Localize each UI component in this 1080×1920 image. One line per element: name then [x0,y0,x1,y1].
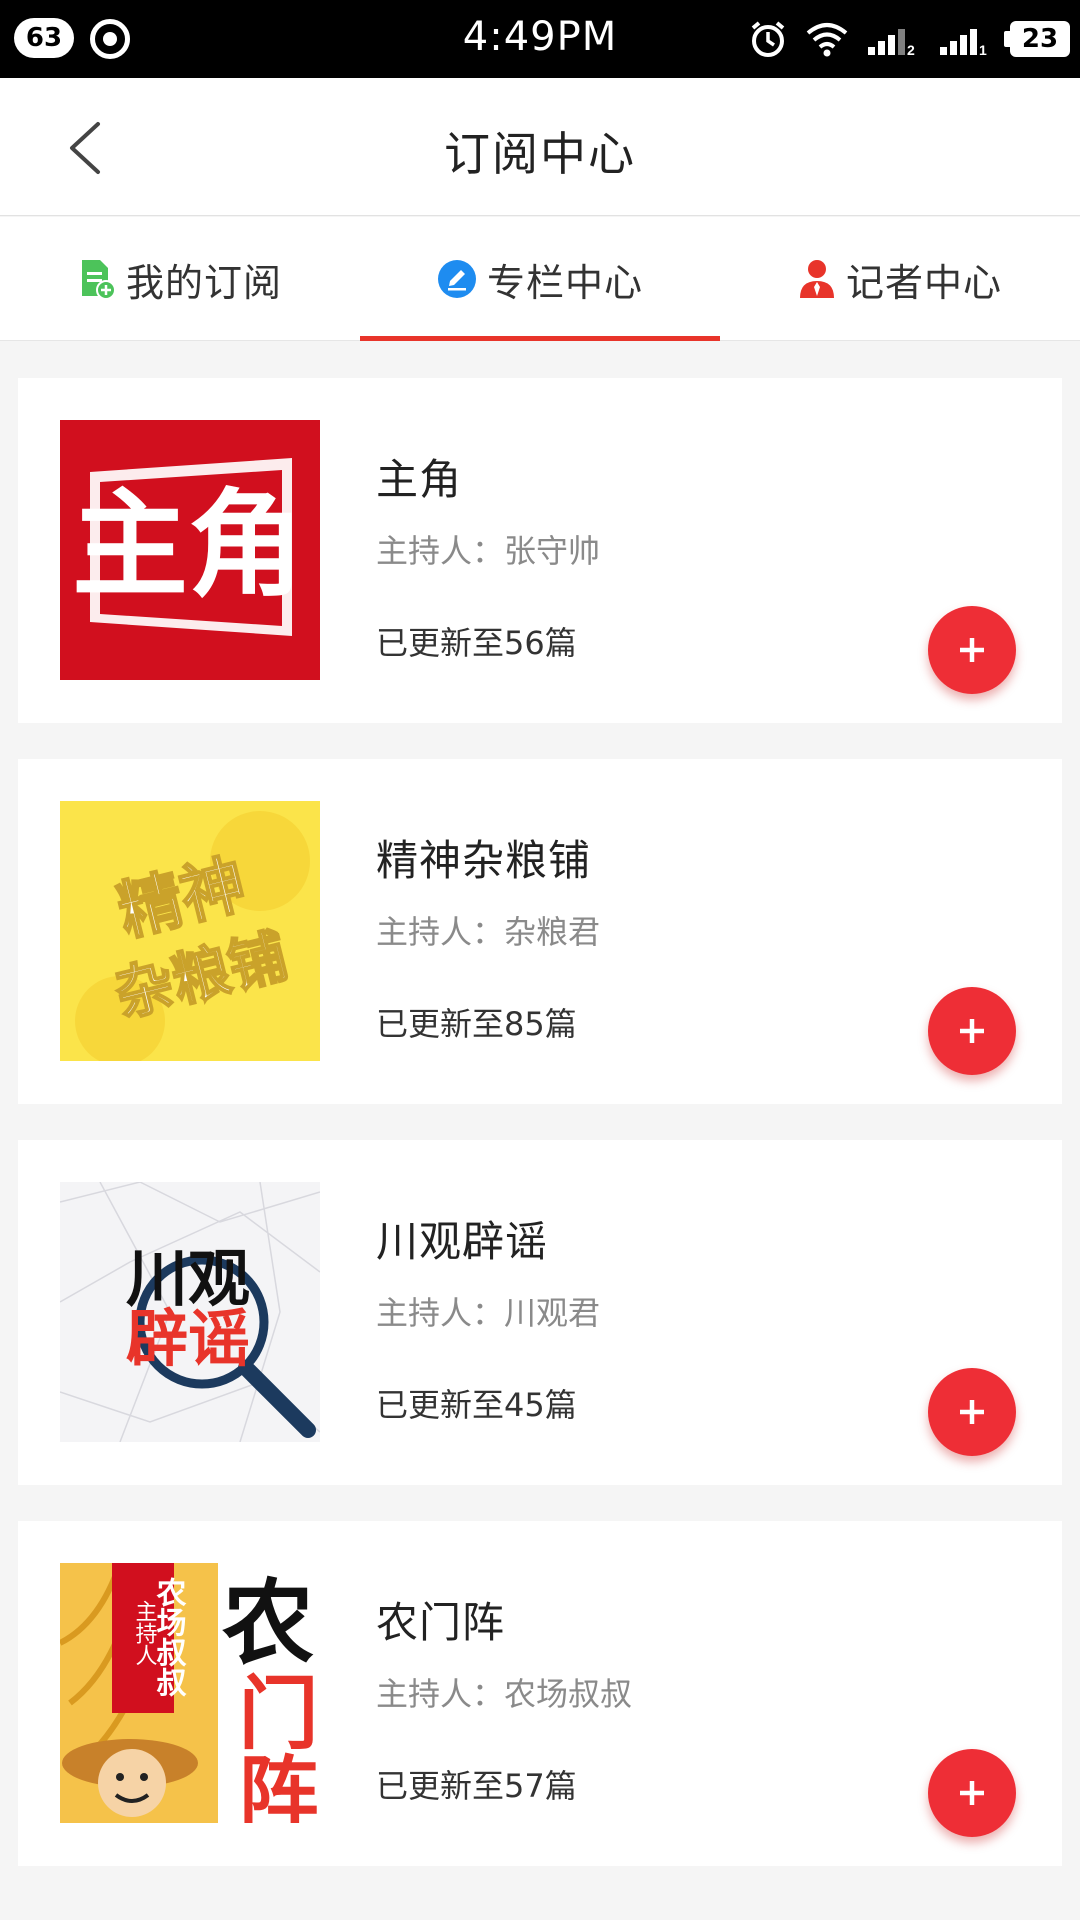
pen-circle-icon [437,260,476,298]
tab-label: 专栏中心 [486,260,643,305]
thumbnail-art: 主持人 农场叔叔 农 门阵 [60,1563,320,1823]
tab-my-subscriptions[interactable]: 我的订阅 [0,217,360,341]
plus-icon [960,638,984,662]
column-card[interactable]: 川观 辟谣 川观辟谣 主持人：川观君 已更新至45篇 [18,1140,1062,1485]
thumbnail-art: 川观 辟谣 [60,1182,320,1442]
tab-label: 我的订阅 [125,260,282,305]
column-thumbnail: 主角 [60,420,320,680]
thumbnail-art: 精神 杂粮铺 [75,811,310,1061]
thumbnail-title-line2: 门阵 [226,1671,319,1823]
alarm-icon [751,21,785,57]
column-host: 主持人：川观君 [376,1294,601,1332]
subscribe-button[interactable] [928,987,1016,1075]
column-thumbnail: 川观 辟谣 [60,1182,320,1442]
svg-text:2: 2 [907,42,915,57]
plus-icon [960,1019,984,1043]
plus-icon [960,1781,984,1805]
column-title: 农门阵 [376,1598,506,1647]
column-update-count: 已更新至45篇 [376,1386,577,1424]
column-host: 主持人：张守帅 [376,532,601,570]
signal-sim1-icon: 1 [940,29,987,57]
thumbnail-title-text: 主角 [72,478,304,613]
column-update-count: 已更新至85篇 [376,1005,577,1043]
column-update-count: 已更新至56篇 [376,624,577,662]
column-thumbnail: 精神 杂粮铺 [60,801,320,1061]
column-card[interactable]: 精神 杂粮铺 精神杂粮铺 主持人：杂粮君 已更新至85篇 [18,759,1062,1104]
thumbnail-title-line1: 农 [222,1570,314,1677]
page-title: 订阅中心 [444,127,636,181]
column-host: 主持人：杂粮君 [376,913,601,951]
subscribe-button[interactable] [928,1749,1016,1837]
thumbnail-art: 主角 [72,458,304,636]
battery-icon: 23 [1004,21,1070,57]
thumbnail-title-line2: 辟谣 [126,1302,250,1375]
signal-sim2-icon: 2 [868,29,915,57]
tab-label: 记者中心 [845,260,1002,305]
subscribe-button[interactable] [928,1368,1016,1456]
column-card[interactable]: 主角 主角 主持人：张守帅 已更新至56篇 [18,378,1062,723]
column-update-count: 已更新至57篇 [376,1767,577,1805]
document-add-icon [81,260,116,300]
column-list: 主角 主角 主持人：张守帅 已更新至56篇 精神 杂粮铺 精神杂粮铺 主持人：杂… [18,378,1062,1902]
column-title: 精神杂粮铺 [376,836,592,885]
column-title: 川观辟谣 [376,1217,549,1266]
thumbnail-host-name: 农场叔叔 [151,1577,188,1698]
column-card[interactable]: 主持人 农场叔叔 农 门阵 农门阵 主持人：农场叔叔 已更新至57篇 [18,1521,1062,1866]
svg-text:1: 1 [979,42,987,57]
app-header: 订阅中心 [0,78,1080,216]
column-thumbnail: 主持人 农场叔叔 农 门阵 [60,1563,320,1823]
column-host: 主持人：农场叔叔 [376,1675,633,1713]
subscribe-button[interactable] [928,606,1016,694]
person-icon [799,260,834,298]
tab-column-center[interactable]: 专栏中心 [360,217,720,341]
tab-bar: 我的订阅 专栏中心 记者中心 [0,217,1080,341]
wifi-icon [806,23,848,57]
plus-icon [960,1400,984,1424]
column-title: 主角 [376,455,463,504]
tab-reporter-center[interactable]: 记者中心 [720,217,1080,341]
status-bar: 63 4:49PM 2 1 23 [0,0,1080,78]
